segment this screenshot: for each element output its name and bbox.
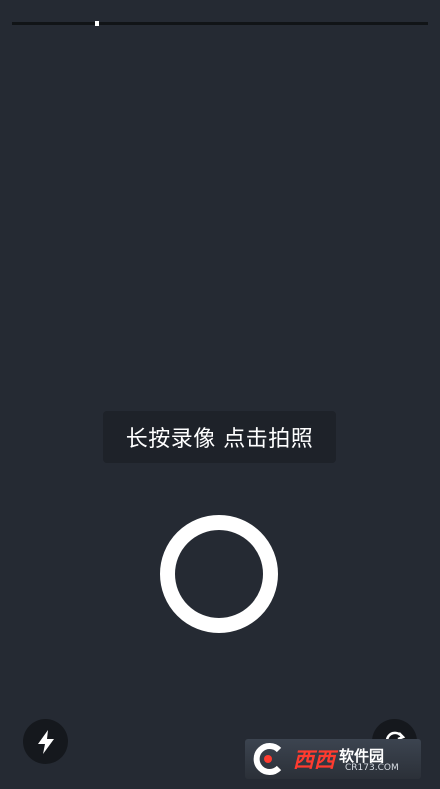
watermark-brand-red: 西西 (293, 748, 335, 772)
shutter-button[interactable] (160, 515, 278, 633)
flash-button[interactable] (23, 719, 68, 764)
capture-hint: 长按录像 点击拍照 (103, 411, 336, 463)
watermark-badge: 西西 软件园 CR173.COM (245, 739, 421, 779)
record-progress-bar (12, 21, 428, 26)
camera-screen: 长按录像 点击拍照 西西 软件园 CR173.COM (0, 0, 440, 789)
watermark-url: CR173.COM (345, 763, 399, 773)
record-progress-marker (95, 21, 99, 26)
watermark-logo-icon (253, 743, 282, 775)
flash-icon (37, 729, 54, 754)
